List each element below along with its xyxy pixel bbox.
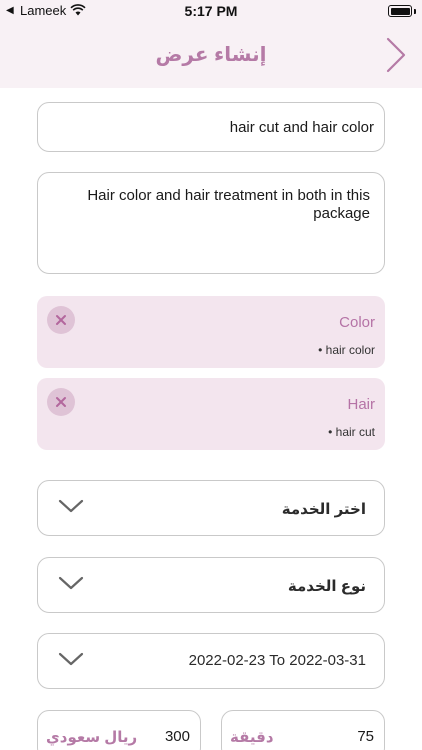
chevron-down-icon [58,652,84,666]
page-title: إنشاء عرض [155,44,267,66]
duration-value: 75 [357,728,374,745]
choose-service-dropdown[interactable]: اختر الخدمة [37,480,385,536]
date-range-dropdown[interactable]: 2022-02-23 To 2022-03-31 [37,633,385,689]
price-value: 300 [164,728,190,745]
service-type-label: نوع الخدمة [287,578,366,595]
offer-description-textarea[interactable]: Hair color and hair treatment in both in… [37,172,385,274]
service-type-dropdown[interactable]: نوع الخدمة [37,557,385,613]
service-name: Hair [347,396,375,413]
duration-unit-label: دقيقة [230,729,274,746]
battery-cap [414,9,416,14]
remove-service-button[interactable] [47,388,75,416]
date-range-label: 2022-02-23 To 2022-03-31 [188,652,366,669]
offer-description-value: Hair color and hair treatment in both in… [87,187,370,222]
selected-service-card: Color • hair color [37,296,385,368]
status-bar: ◀ Lameek 5:17 PM [0,0,422,22]
choose-service-label: اختر الخدمة [281,501,366,518]
service-item: • hair cut [328,425,375,439]
close-icon [56,315,66,325]
back-chevron-icon[interactable] [384,36,408,74]
service-name: Color [339,314,375,331]
battery-icon [388,5,412,17]
remove-service-button[interactable] [47,306,75,334]
offer-title-value: hair cut and hair color [229,119,374,136]
selected-service-card: Hair • hair cut [37,378,385,450]
chevron-down-icon [58,576,84,590]
price-unit-label: ريال سعودي [46,729,138,746]
price-input[interactable]: ريال سعودي 300 [37,710,201,750]
duration-input[interactable]: دقيقة 75 [221,710,385,750]
status-time: 5:17 PM [184,3,238,19]
close-icon [56,397,66,407]
offer-title-input[interactable]: hair cut and hair color [37,102,385,152]
nav-bar: إنشاء عرض [0,22,422,88]
service-item: • hair color [318,343,375,357]
chevron-down-icon [58,499,84,513]
